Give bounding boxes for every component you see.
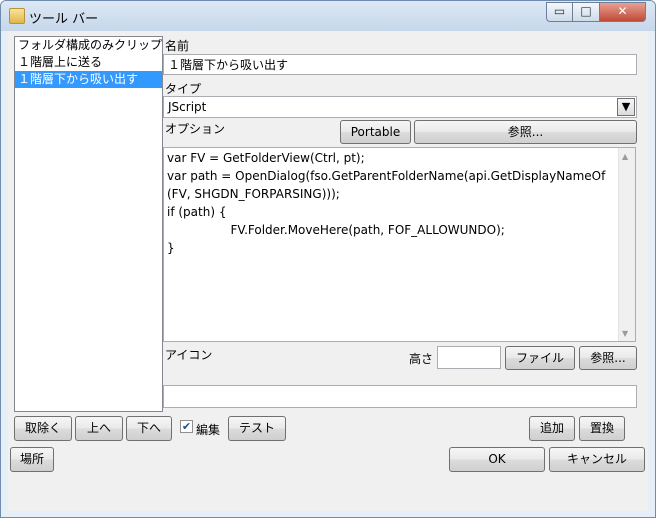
- type-label: タイプ: [165, 82, 202, 96]
- title-bar[interactable]: ツール バー ▭ □ ✕: [1, 1, 655, 31]
- maximize-button[interactable]: □: [572, 2, 600, 22]
- remove-button[interactable]: 取除く: [14, 416, 72, 441]
- ok-button[interactable]: OK: [449, 447, 545, 472]
- script-editor[interactable]: var FV = GetFolderView(Ctrl, pt); var pa…: [163, 147, 636, 342]
- code-line: }: [167, 241, 175, 255]
- file-button[interactable]: ファイル: [505, 346, 575, 370]
- height-field[interactable]: [437, 346, 501, 369]
- move-up-button[interactable]: 上へ: [75, 416, 123, 441]
- scroll-down-arrow-icon[interactable]: ▼: [622, 329, 628, 338]
- type-select-value: JScript: [168, 100, 207, 114]
- chevron-down-icon[interactable]: ▼: [617, 98, 635, 116]
- icon-label: アイコン: [165, 348, 213, 362]
- height-label: 高さ: [409, 352, 434, 366]
- minimize-button[interactable]: ▭: [546, 2, 573, 22]
- toolbar-item-list[interactable]: フォルダ構成のみクリップ １階層上に送る １階層下から吸い出す: [14, 36, 163, 412]
- edit-checkbox[interactable]: ✔: [180, 420, 193, 433]
- window-title: ツール バー: [29, 12, 99, 27]
- options-label: オプション: [165, 122, 226, 136]
- name-label: 名前: [165, 39, 190, 53]
- portable-button[interactable]: Portable: [340, 120, 411, 144]
- code-line: var FV = GetFolderView(Ctrl, pt);: [167, 151, 365, 165]
- move-down-button[interactable]: 下へ: [126, 416, 172, 441]
- editor-scrollbar[interactable]: ▲ ▼: [618, 148, 635, 341]
- scroll-up-arrow-icon[interactable]: ▲: [622, 152, 628, 161]
- code-line: (FV, SHGDN_FORPARSING)));: [167, 187, 340, 201]
- options-browse-button[interactable]: 参照...: [414, 120, 637, 144]
- name-field[interactable]: １階層下から吸い出す: [163, 54, 637, 75]
- location-button[interactable]: 場所: [10, 447, 54, 472]
- icon-path-field[interactable]: [163, 385, 637, 408]
- icon-browse-button[interactable]: 参照...: [579, 346, 637, 370]
- folder-icon: [9, 8, 25, 24]
- list-item-folder-structure-clip[interactable]: フォルダ構成のみクリップ: [15, 37, 162, 54]
- list-item-extract-from-below[interactable]: １階層下から吸い出す: [15, 71, 162, 88]
- test-button[interactable]: テスト: [228, 416, 286, 441]
- toolbar-dialog-window: ツール バー ▭ □ ✕ フォルダ構成のみクリップ １階層上に送る １階層下から…: [0, 0, 656, 518]
- dialog-client-area: フォルダ構成のみクリップ １階層上に送る １階層下から吸い出す 名前 １階層下か…: [8, 31, 648, 511]
- list-item-send-up-one-level[interactable]: １階層上に送る: [15, 54, 162, 71]
- edit-checkbox-label: 編集: [196, 423, 221, 437]
- add-button[interactable]: 追加: [529, 416, 575, 441]
- code-line: if (path) {: [167, 205, 227, 219]
- replace-button[interactable]: 置換: [579, 416, 625, 441]
- code-line: var path = OpenDialog(fso.GetParentFolde…: [167, 169, 606, 183]
- cancel-button[interactable]: キャンセル: [549, 447, 645, 472]
- code-line: FV.Folder.MoveHere(path, FOF_ALLOWUNDO);: [200, 223, 505, 237]
- type-select[interactable]: JScript ▼: [163, 96, 637, 118]
- close-button[interactable]: ✕: [599, 2, 646, 22]
